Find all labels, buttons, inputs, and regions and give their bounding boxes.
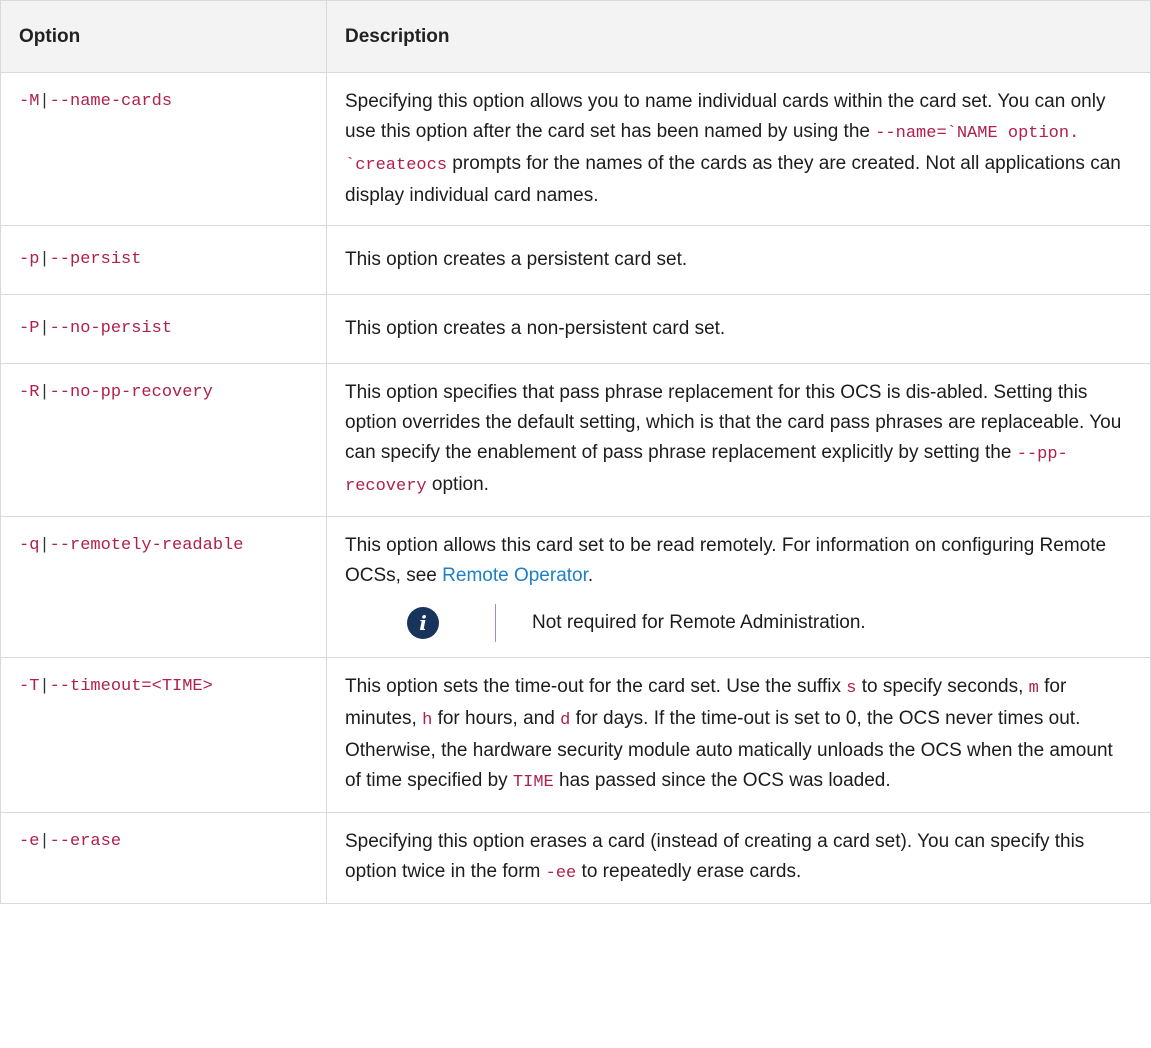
description-text: for hours, and: [432, 708, 561, 729]
note-icon-wrap: i: [345, 607, 495, 639]
header-description: Description: [326, 0, 1151, 73]
option-separator: |: [39, 677, 50, 696]
option-separator: |: [39, 319, 50, 338]
option-separator: |: [39, 92, 50, 111]
description-cell: This option creates a persistent card se…: [326, 225, 1151, 295]
description-cell: This option specifies that pass phrase r…: [326, 363, 1151, 517]
note-divider: [495, 604, 496, 642]
inline-code: h: [422, 711, 433, 730]
inline-code: m: [1028, 679, 1039, 698]
table-row: -q|--remotely-readable This option allow…: [0, 516, 1151, 658]
option-cell: -p|--persist: [0, 225, 327, 295]
description-cell: Specifying this option allows you to nam…: [326, 72, 1151, 226]
description-text: prompts for the names of the cards as th…: [345, 153, 1121, 206]
option-long: --remotely-readable: [49, 536, 244, 555]
option-short: -e: [19, 832, 40, 851]
table-row: -P|--no-persist This option creates a no…: [0, 294, 1151, 364]
description-text: This option sets the time-out for the ca…: [345, 676, 847, 697]
description-paragraph: This option allows this card set to be r…: [345, 531, 1132, 591]
option-short: -M: [19, 92, 40, 111]
option-long: --no-persist: [49, 319, 173, 338]
inline-code: -ee: [545, 864, 577, 883]
inline-code: s: [846, 679, 857, 698]
description-text: option.: [426, 474, 489, 495]
inline-code: --name=`: [875, 124, 957, 143]
admonition-note: i Not required for Remote Administration…: [345, 603, 1132, 643]
description-text: has passed since the OCS was loaded.: [553, 770, 891, 791]
inline-code: d: [560, 711, 571, 730]
description-cell: This option creates a non-persistent car…: [326, 294, 1151, 364]
option-short: -R: [19, 383, 40, 402]
option-long: --erase: [49, 832, 122, 851]
description-cell: This option allows this card set to be r…: [326, 516, 1151, 658]
option-short: -P: [19, 319, 40, 338]
info-icon: i: [407, 607, 439, 639]
description-text: to repeatedly erase cards.: [576, 861, 802, 882]
table-row: -R|--no-pp-recovery This option specifie…: [0, 363, 1151, 517]
option-cell: -T|--timeout=<TIME>: [0, 657, 327, 813]
note-text: Not required for Remote Administration.: [532, 612, 866, 633]
table-row: -M|--name-cards Specifying this option a…: [0, 72, 1151, 226]
table-row: -T|--timeout=<TIME> This option sets the…: [0, 657, 1151, 813]
option-long: --timeout=<TIME>: [49, 677, 213, 696]
option-separator: |: [39, 832, 50, 851]
option-cell: -P|--no-persist: [0, 294, 327, 364]
option-short: -T: [19, 677, 40, 696]
option-long: --no-pp-recovery: [49, 383, 213, 402]
table-header-row: Option Description: [0, 0, 1151, 73]
option-cell: -R|--no-pp-recovery: [0, 363, 327, 517]
option-cell: -M|--name-cards: [0, 72, 327, 226]
description-text: to specify seconds,: [856, 676, 1029, 697]
header-option: Option: [0, 0, 327, 73]
remote-operator-link[interactable]: Remote Operator: [442, 565, 588, 586]
description-text: .: [587, 565, 594, 586]
option-long: --persist: [49, 250, 142, 269]
options-table: Option Description -M|--name-cards Speci…: [0, 0, 1151, 904]
table-row: -p|--persist This option creates a persi…: [0, 225, 1151, 295]
option-separator: |: [39, 250, 50, 269]
description-text: This option specifies that pass phrase r…: [345, 382, 1122, 463]
description-cell: This option sets the time-out for the ca…: [326, 657, 1151, 813]
option-separator: |: [39, 383, 50, 402]
description-cell: Specifying this option erases a card (in…: [326, 812, 1151, 904]
option-short: -q: [19, 536, 40, 555]
option-cell: -e|--erase: [0, 812, 327, 904]
inline-code: TIME: [512, 773, 554, 792]
table-row: -e|--erase Specifying this option erases…: [0, 812, 1151, 904]
option-separator: |: [39, 536, 50, 555]
option-short: -p: [19, 250, 40, 269]
option-cell: -q|--remotely-readable: [0, 516, 327, 658]
option-long: --name-cards: [49, 92, 173, 111]
